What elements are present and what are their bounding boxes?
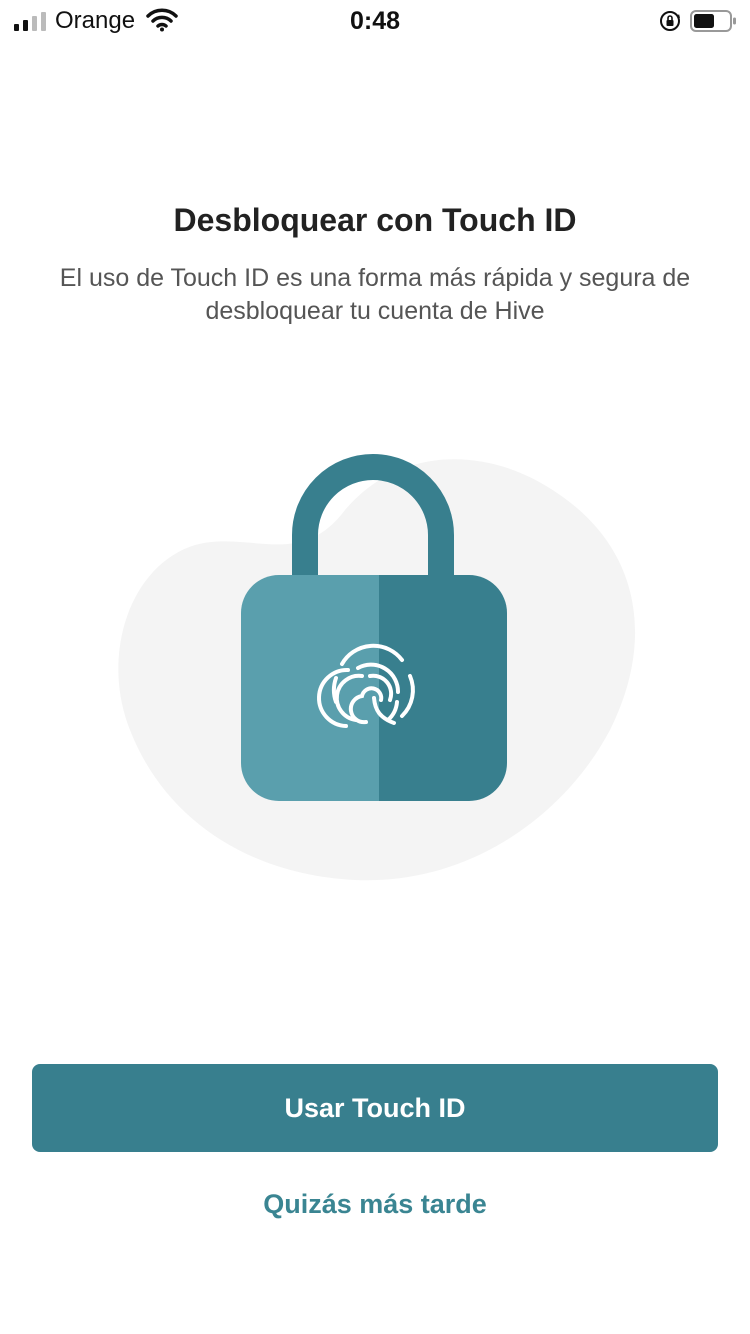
fingerprint-lock-icon	[118, 454, 636, 881]
status-bar: Orange 0:48	[0, 0, 750, 40]
use-touch-id-button[interactable]: Usar Touch ID	[32, 1064, 718, 1152]
page-title: Desbloquear con Touch ID	[173, 202, 577, 238]
page-description: El uso de Touch ID es una forma más rápi…	[59, 264, 691, 325]
wifi-icon	[146, 8, 178, 32]
battery-icon	[690, 10, 736, 32]
lock-body-left	[241, 575, 379, 801]
maybe-later-link[interactable]: Quizás más tarde	[0, 1184, 750, 1224]
rotation-lock-icon	[660, 11, 680, 31]
signal-bars-icon	[14, 12, 46, 31]
carrier-name: Orange	[55, 7, 136, 34]
